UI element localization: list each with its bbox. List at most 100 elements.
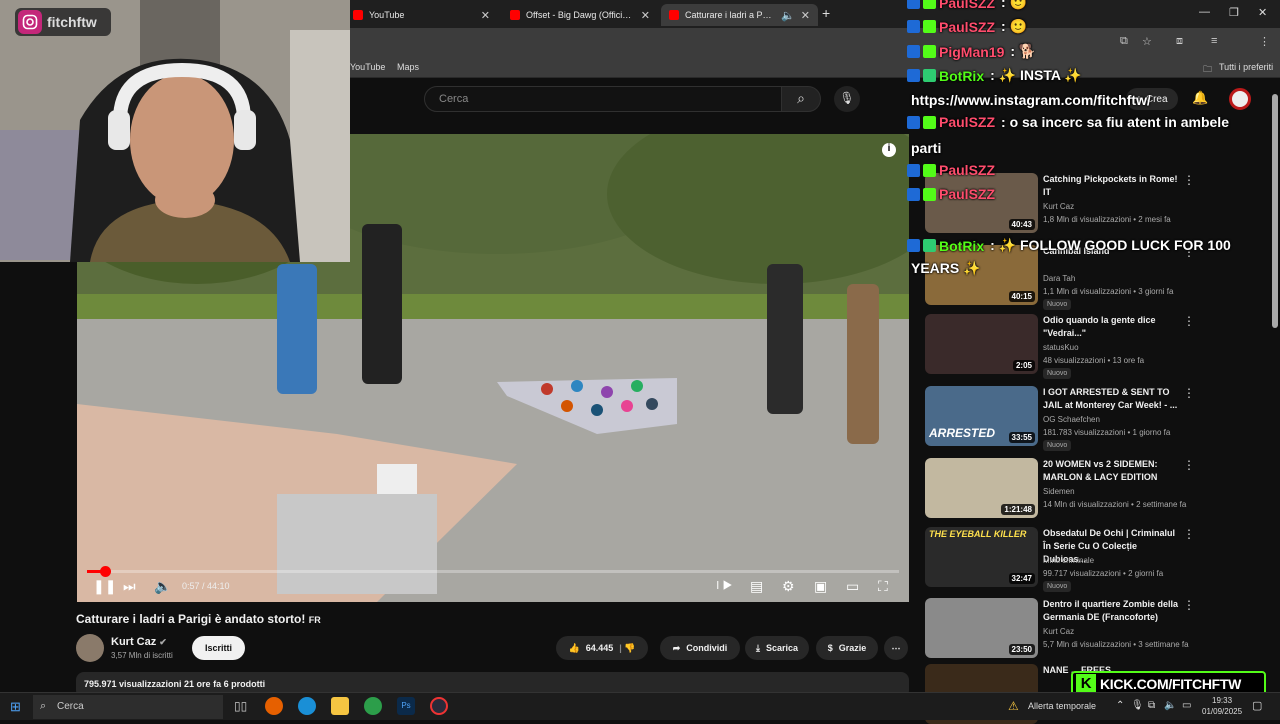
video-thumbnail[interactable]: 2:05 [925, 314, 1038, 374]
search-icon: ⌕ [40, 700, 47, 712]
task-view-icon[interactable]: ▯▯ [234, 699, 247, 713]
more-options-icon[interactable]: ⋮ [1183, 386, 1195, 400]
share-button[interactable]: ➦ Condividi [660, 636, 740, 660]
tab-label: Catturare i ladri a Parigi è andato stor… [685, 10, 775, 20]
like-button[interactable]: 👍 64.445 | 👎 [556, 636, 648, 660]
thumbs-down-icon[interactable]: | 👎 [619, 643, 635, 654]
subtitles-icon[interactable]: ▤ [750, 578, 763, 595]
channel-name[interactable]: Kurt Caz ✔ [111, 636, 167, 648]
obs-icon[interactable] [430, 697, 448, 715]
chat-text: parti [911, 140, 942, 156]
recommendation-channel[interactable]: Sidemen [1043, 487, 1075, 496]
recommendation-title[interactable]: Dentro il quartiere Zombie della Germani… [1043, 598, 1179, 624]
new-badge: Nuovo [1043, 368, 1072, 379]
more-actions-button[interactable]: ⋯ [884, 636, 908, 660]
bookmark-youtube[interactable]: YouTube [350, 62, 385, 72]
chat-message: PaulSZZ [907, 162, 1001, 178]
edge-icon[interactable] [298, 697, 316, 715]
close-icon[interactable]: ✕ [801, 9, 810, 22]
video-thumbnail[interactable]: 1:21:48 [925, 458, 1038, 518]
microphone-icon[interactable]: 🎙 [834, 86, 860, 112]
download-icon: ⤓ [755, 642, 760, 653]
battery-icon[interactable]: ▭ [1182, 700, 1191, 711]
more-options-icon[interactable]: ⋮ [1183, 458, 1195, 472]
new-tab-button[interactable]: + [822, 5, 830, 21]
recommendation-channel[interactable]: OG Schaefchen [1043, 415, 1100, 424]
time-display: 0:57 / 44:10 [182, 581, 230, 591]
tray-chevron-icon[interactable]: ⌃ [1116, 700, 1124, 711]
fullscreen-icon[interactable]: ⛶ [878, 578, 888, 595]
instagram-handle: fitchftw [47, 14, 97, 30]
chat-message: PaulSZZ [907, 186, 1001, 202]
theater-mode-icon[interactable]: ▭ [846, 578, 859, 595]
progress-bar[interactable] [87, 566, 899, 577]
chat-message: YEARS ✨ [907, 260, 981, 277]
chat-username: PaulSZZ [939, 0, 996, 11]
download-button[interactable]: ⤓ Scarica [745, 636, 809, 660]
pause-icon[interactable]: ❚❚ [93, 578, 116, 595]
subscriber-count: 3,57 Mln di iscritti [111, 651, 173, 660]
microphone-icon[interactable]: 🎙 [1131, 700, 1144, 711]
webcam-feed [0, 0, 350, 262]
recommendation-channel[interactable]: Minti criminale [1043, 556, 1094, 565]
recommendation-title[interactable]: I GOT ARRESTED & SENT TO JAIL at Montere… [1043, 386, 1179, 412]
tab-label: YouTube [369, 10, 405, 20]
chrome-icon[interactable] [364, 697, 382, 715]
recommendation-channel[interactable]: statusKuo [1043, 343, 1079, 352]
taskbar-clock[interactable]: 19:33 01/09/2025 [1202, 695, 1242, 717]
video-thumbnail[interactable]: ARRESTED 33:55 [925, 386, 1038, 446]
more-options-icon[interactable]: ⋮ [1183, 598, 1195, 612]
recommendation-item[interactable]: 23:50 Dentro il quartiere Zombie della Ge… [925, 598, 1195, 658]
windows-start-icon[interactable]: ⊞ [10, 699, 21, 715]
video-thumbnail[interactable]: 23:50 [925, 598, 1038, 658]
volume-icon[interactable]: 🔈 [1164, 700, 1176, 711]
volume-icon[interactable]: 🔈 [154, 578, 171, 595]
chat-text: : 🙂 [1001, 18, 1027, 34]
video-thumbnail[interactable]: THE EYEBALL KILLER 32:47 [925, 527, 1038, 587]
channel-avatar[interactable] [76, 634, 104, 662]
recommendation-title[interactable]: 20 WOMEN vs 2 SIDEMEN: MARLON & LACY EDI… [1043, 458, 1179, 484]
network-icon[interactable]: ⧉ [1148, 700, 1155, 711]
recommendation-item[interactable]: ARRESTED 33:55 I GOT ARRESTED & SENT TO JA… [925, 386, 1195, 451]
recommendation-title[interactable]: Odio quando la gente dice "Vedrai..." [1043, 314, 1179, 340]
chat-username: PaulSZZ [939, 114, 996, 130]
scrubber-handle[interactable] [99, 566, 111, 577]
tab-youtube[interactable]: YouTube ✕ [345, 4, 498, 26]
bookmark-maps[interactable]: Maps [397, 62, 419, 72]
tab-current-video[interactable]: Catturare i ladri a Parigi è andato stor… [661, 4, 818, 26]
weather-alert[interactable]: Allerta temporale [1028, 701, 1096, 711]
badge-icon [907, 239, 920, 252]
tab-offset[interactable]: Offset - Big Dawg (Official Audio) ✕ [502, 4, 658, 26]
search-icon[interactable]: ⌕ [781, 86, 821, 112]
chat-text: : 🙂 [1001, 0, 1027, 10]
subscribe-button[interactable]: Iscritti [192, 636, 245, 660]
close-icon[interactable]: ✕ [641, 9, 650, 22]
more-options-icon[interactable]: ⋮ [1183, 314, 1195, 328]
file-explorer-icon[interactable] [331, 697, 349, 715]
recommendation-item[interactable]: 2:05 Odio quando la gente dice "Vedrai...… [925, 314, 1195, 379]
chat-text: : ✨ INSTA ✨ [990, 67, 1082, 83]
scrollbar[interactable] [1272, 94, 1278, 328]
taskbar-search-input[interactable]: Cerca [33, 695, 223, 719]
thumbnail-text: THE EYEBALL KILLER [929, 529, 1027, 539]
recommendation-channel[interactable]: Kurt Caz [1043, 627, 1074, 636]
info-icon[interactable]: i [882, 143, 896, 157]
more-options-icon[interactable]: ⋮ [1183, 527, 1195, 541]
firefox-icon[interactable] [265, 697, 283, 715]
thanks-icon: $ [827, 643, 833, 653]
thanks-button[interactable]: $ Grazie [816, 636, 878, 660]
clock-date: 01/09/2025 [1202, 707, 1243, 716]
chat-text: : 🐕 [1010, 43, 1037, 59]
chat-message: PaulSZZ : 🙂 [907, 0, 1027, 11]
notification-icon[interactable]: ▢ [1252, 699, 1262, 712]
next-icon[interactable]: ⏭ [123, 578, 136, 595]
close-icon[interactable]: ✕ [481, 9, 490, 22]
search-input[interactable]: Cerca [424, 86, 782, 112]
recommendation-item[interactable]: THE EYEBALL KILLER 32:47 Obsedatul De Ochi… [925, 527, 1195, 592]
miniplayer-icon[interactable]: ▣ [814, 578, 827, 595]
recommendation-item[interactable]: 1:21:48 20 WOMEN vs 2 SIDEMEN: MARLON & L… [925, 458, 1195, 518]
photoshop-icon[interactable]: Ps [397, 697, 415, 715]
settings-gear-icon[interactable]: ⚙ [782, 578, 795, 595]
speaker-icon[interactable]: 🔈 [781, 9, 795, 22]
autoplay-toggle[interactable]: ⏽▶ [713, 578, 732, 593]
